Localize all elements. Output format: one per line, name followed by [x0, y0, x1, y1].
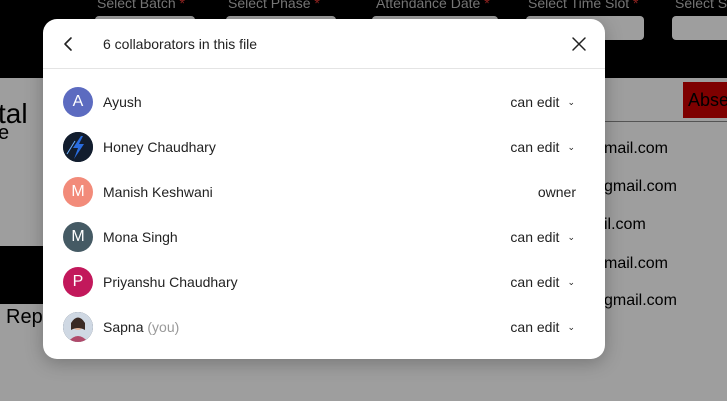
avatar: M — [63, 222, 93, 252]
back-arrow-icon[interactable] — [59, 33, 79, 55]
avatar — [63, 132, 93, 162]
collaborator-name: Ayush — [103, 94, 142, 110]
collaborator-row: Honey Chaudhary can edit ⌄ — [43, 125, 605, 170]
chevron-down-icon: ⌄ — [567, 232, 575, 242]
collaborator-row: A Ayush can edit ⌄ — [43, 80, 605, 125]
permission-dropdown[interactable]: can edit ⌄ — [510, 319, 575, 335]
collaborator-name: Mona Singh — [103, 229, 178, 245]
collaborator-name: Manish Keshwani — [103, 184, 213, 200]
chevron-down-icon: ⌄ — [567, 322, 575, 332]
collaborator-name: Priyanshu Chaudhary — [103, 274, 238, 290]
chevron-down-icon: ⌄ — [567, 97, 575, 107]
avatar: P — [63, 267, 93, 297]
permission-dropdown[interactable]: can edit ⌄ — [510, 274, 575, 290]
close-icon[interactable] — [570, 35, 588, 53]
collaborator-row: M Mona Singh can edit ⌄ — [43, 215, 605, 260]
chevron-down-icon: ⌄ — [567, 277, 575, 287]
collaborator-name: Sapna (you) — [103, 319, 180, 335]
chevron-down-icon: ⌄ — [567, 142, 575, 152]
collaborator-row: M Manish Keshwani owner — [43, 170, 605, 215]
permission-dropdown[interactable]: can edit ⌄ — [510, 139, 575, 155]
dialog-header: 6 collaborators in this file — [43, 19, 605, 69]
dialog-title: 6 collaborators in this file — [103, 36, 258, 52]
collaborator-row: Sapna (you) can edit ⌄ — [43, 305, 605, 350]
collaborator-row: P Priyanshu Chaudhary can edit ⌄ — [43, 260, 605, 305]
avatar: A — [63, 87, 93, 117]
you-label: (you) — [147, 319, 180, 335]
avatar — [63, 312, 93, 342]
collaborators-dialog: 6 collaborators in this file A Ayush can… — [43, 19, 605, 359]
permission-dropdown[interactable]: can edit ⌄ — [510, 94, 575, 110]
permission-dropdown[interactable]: can edit ⌄ — [510, 229, 575, 245]
collaborator-name: Honey Chaudhary — [103, 139, 216, 155]
owner-label: owner — [537, 184, 576, 200]
avatar: M — [63, 177, 93, 207]
